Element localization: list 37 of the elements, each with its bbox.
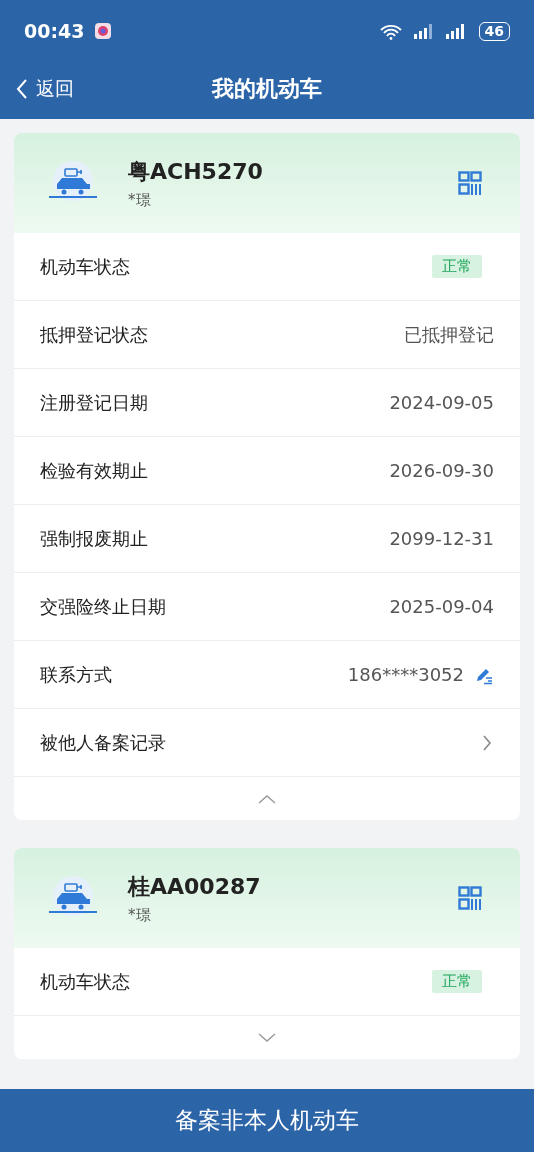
field-value: 2099-12-31 — [389, 528, 494, 549]
qr-code-icon[interactable] — [458, 886, 482, 910]
back-label: 返回 — [36, 76, 74, 101]
license-plate: 桂AA00287 — [128, 872, 262, 901]
owner-name: *璟 — [128, 190, 152, 210]
status-badge: 正常 — [432, 255, 482, 278]
field-label: 注册登记日期 — [40, 390, 149, 415]
back-chevron-icon — [16, 78, 28, 100]
field-value: 已抵押登记 — [404, 322, 494, 347]
signal-icon — [412, 23, 435, 39]
field-value: 2024-09-05 — [389, 392, 494, 413]
collapse-icon[interactable] — [257, 793, 277, 804]
field-label: 被他人备案记录 — [40, 730, 167, 755]
app-notification-icon — [94, 22, 113, 40]
license-plate: 粤ACH5270 — [128, 157, 264, 186]
register-vehicle-button[interactable]: 备案非本人机动车 — [0, 1089, 534, 1152]
field-value: 2026-09-30 — [389, 460, 494, 481]
field-label: 机动车状态 — [40, 969, 131, 994]
signal-icon — [444, 23, 467, 39]
field-label: 机动车状态 — [40, 254, 131, 279]
back-button[interactable]: 返回 — [16, 76, 74, 102]
battery-level: 46 — [478, 21, 510, 41]
status-time: 00:43 — [24, 20, 85, 42]
field-label: 联系方式 — [40, 662, 113, 687]
field-label: 检验有效期止 — [40, 458, 149, 483]
wifi-icon — [378, 22, 403, 40]
field-value: 2025-09-04 — [389, 596, 494, 617]
status-badge: 正常 — [432, 970, 482, 993]
field-label: 交强险终止日期 — [40, 594, 167, 619]
page-title: 我的机动车 — [212, 75, 322, 103]
field-label: 抵押登记状态 — [40, 322, 149, 347]
expand-icon[interactable] — [257, 1032, 277, 1043]
owner-name: *璟 — [128, 905, 152, 925]
chevron-right-icon[interactable] — [482, 733, 492, 752]
qr-code-icon[interactable] — [458, 171, 482, 195]
field-label: 强制报废期止 — [40, 526, 149, 551]
phone-number: 186****3052 — [347, 664, 464, 685]
